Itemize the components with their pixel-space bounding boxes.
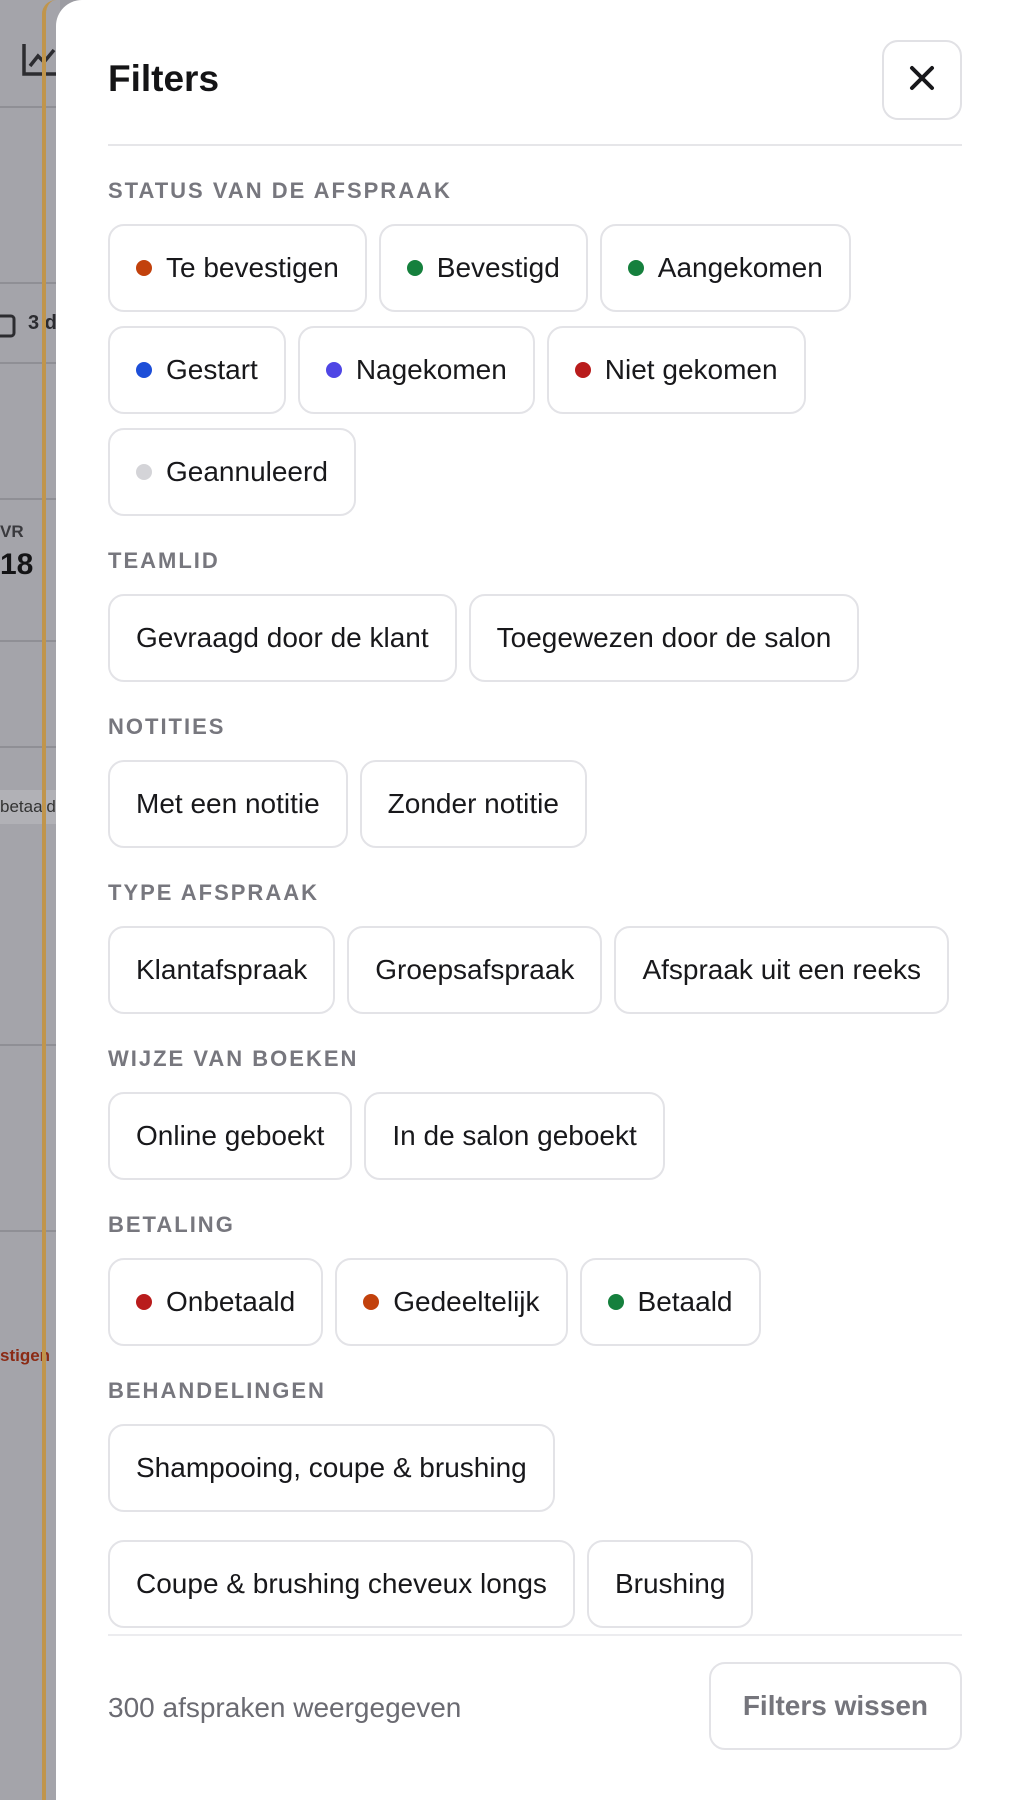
chip-toegewezen-door-salon[interactable]: Toegewezen door de salon <box>468 594 860 682</box>
chip-nagekomen[interactable]: Nagekomen <box>297 326 535 414</box>
section-label-betaling: BETALING <box>108 1212 235 1237</box>
chip-label: Online geboekt <box>136 1120 325 1151</box>
chip-label: Brushing <box>614 1568 726 1599</box>
chip-label: Klantafspraak <box>136 954 308 985</box>
chip-brushing[interactable]: Brushing <box>586 1540 754 1628</box>
close-icon <box>908 64 936 97</box>
chip-label: Aangekomen <box>657 252 823 283</box>
type-chips: Klantafspraak Groepsafspraak Afspraak ui… <box>108 926 968 1014</box>
section-label-notities: NOTITIES <box>108 714 226 739</box>
chip-onbetaald[interactable]: Onbetaald <box>108 1258 324 1346</box>
status-chips: Te bevestigen Bevestigd Aangekomen Gesta… <box>108 224 968 516</box>
filters-panel: Filters STATUS VAN DE AFSPRAAK Te bevest… <box>56 0 1016 1800</box>
status-dot <box>325 362 342 378</box>
chip-niet-gekomen[interactable]: Niet gekomen <box>546 326 806 414</box>
results-count: 300 afspraken weergegeven <box>108 1692 462 1723</box>
chip-label: In de salon geboekt <box>392 1120 637 1151</box>
chip-label: Shampooing, coupe & brushing <box>136 1452 527 1483</box>
chip-label: Gevraagd door de klant <box>136 622 429 653</box>
bg-value: 18 <box>0 548 34 581</box>
chip-gedeeltelijk[interactable]: Gedeeltelijk <box>335 1258 568 1346</box>
boeken-chips: Online geboekt In de salon geboekt <box>108 1092 968 1180</box>
status-dot <box>136 362 152 378</box>
chip-betaald[interactable]: Betaald <box>579 1258 761 1346</box>
chip-label: Toegewezen door de salon <box>496 622 832 653</box>
chip-zonder-notitie[interactable]: Zonder notitie <box>359 760 587 848</box>
filters-scroll-area[interactable]: STATUS VAN DE AFSPRAAK Te bevestigen Bev… <box>108 146 968 1634</box>
chip-shampooing-coupe-brushing[interactable]: Shampooing, coupe & brushing <box>108 1424 555 1512</box>
section-label-teamlid: TEAMLID <box>108 548 220 573</box>
calendar-icon <box>0 312 16 343</box>
chip-te-bevestigen[interactable]: Te bevestigen <box>108 224 367 312</box>
chip-label: Afspraak uit een reeks <box>642 954 922 985</box>
chip-in-salon-geboekt[interactable]: In de salon geboekt <box>364 1092 665 1180</box>
status-dot <box>627 260 644 276</box>
status-dot <box>574 362 591 378</box>
chip-label: Bevestigd <box>436 252 560 283</box>
status-dot <box>136 1294 152 1310</box>
betaling-chips: Onbetaald Gedeeltelijk Betaald <box>108 1258 968 1346</box>
status-dot <box>363 1294 380 1310</box>
panel-header: Filters <box>108 40 962 146</box>
chip-label: Met een notitie <box>136 788 320 819</box>
section-label-behandelingen: BEHANDELINGEN <box>108 1378 326 1403</box>
chip-coupe-brushing-cheveux-longs[interactable]: Coupe & brushing cheveux longs <box>108 1540 575 1628</box>
chip-gestart[interactable]: Gestart <box>108 326 286 414</box>
teamlid-chips: Gevraagd door de klant Toegewezen door d… <box>108 594 968 682</box>
chip-label: Te bevestigen <box>166 252 339 283</box>
panel-footer: 300 afspraken weergegeven Filters wissen <box>108 1634 962 1800</box>
bg-label: VR <box>0 522 24 541</box>
chip-gevraagd-door-klant[interactable]: Gevraagd door de klant <box>108 594 457 682</box>
page-title: Filters <box>108 58 220 99</box>
chip-label: Nagekomen <box>355 354 507 385</box>
status-dot <box>406 260 423 276</box>
section-label-boeken: WIJZE VAN BOEKEN <box>108 1046 359 1071</box>
clear-filters-button[interactable]: Filters wissen <box>708 1662 962 1750</box>
chip-bevestigd[interactable]: Bevestigd <box>378 224 588 312</box>
chip-label: Betaald <box>637 1286 733 1317</box>
chip-afspraak-uit-reeks[interactable]: Afspraak uit een reeks <box>614 926 950 1014</box>
chip-label: Gedeeltelijk <box>393 1286 540 1317</box>
close-button[interactable] <box>882 40 962 120</box>
chip-groepsafspraak[interactable]: Groepsafspraak <box>347 926 603 1014</box>
chip-label: Niet gekomen <box>604 354 778 385</box>
chip-geannuleerd[interactable]: Geannuleerd <box>108 428 356 516</box>
chip-label: Zonder notitie <box>387 788 559 819</box>
chip-online-geboekt[interactable]: Online geboekt <box>108 1092 353 1180</box>
behandelingen-chips: Shampooing, coupe & brushing Coupe & bru… <box>108 1424 968 1628</box>
chip-aangekomen[interactable]: Aangekomen <box>599 224 851 312</box>
section-label-type: TYPE AFSPRAAK <box>108 880 319 905</box>
chip-label: Coupe & brushing cheveux longs <box>136 1568 547 1599</box>
status-dot <box>607 1294 624 1310</box>
chip-label: Onbetaald <box>166 1286 296 1317</box>
notities-chips: Met een notitie Zonder notitie <box>108 760 968 848</box>
background-card-border <box>42 0 56 1800</box>
chip-label: Geannuleerd <box>166 456 328 487</box>
status-dot <box>136 260 152 276</box>
chip-klantafspraak[interactable]: Klantafspraak <box>108 926 336 1014</box>
chip-met-notitie[interactable]: Met een notitie <box>108 760 348 848</box>
chip-label: Gestart <box>166 354 258 385</box>
chip-label: Groepsafspraak <box>375 954 575 985</box>
section-label-status: STATUS VAN DE AFSPRAAK <box>108 178 452 203</box>
status-dot <box>136 464 152 480</box>
